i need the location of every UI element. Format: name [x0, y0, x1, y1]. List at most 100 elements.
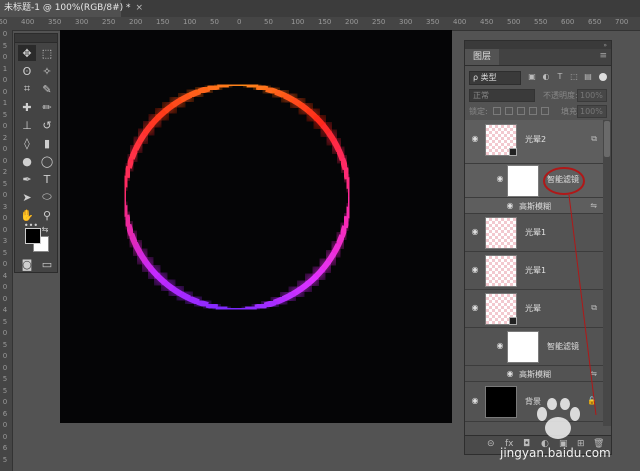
ruler-tick-label: 700 [615, 18, 629, 26]
magic-wand-tool-icon[interactable]: ✧ [38, 63, 56, 79]
path-selection-tool-icon[interactable]: ➤ [18, 189, 36, 205]
eye-icon[interactable]: ◉ [495, 174, 505, 183]
ring-segment [161, 279, 175, 292]
lock-artboard-icon[interactable] [529, 107, 537, 115]
layers-scrollbar[interactable] [603, 120, 611, 426]
lock-position-icon[interactable] [517, 107, 525, 115]
link-layers-icon[interactable]: ⊝ [487, 439, 495, 449]
eye-icon[interactable]: ◉ [495, 341, 505, 350]
opacity-field[interactable]: 100% [577, 89, 607, 102]
close-icon[interactable]: × [136, 3, 144, 13]
ruler-tick-label: 0 [237, 18, 242, 26]
vertical-ruler[interactable]: 0 5 0 1 0 0 1 5 0 2 0 0 2 5 0 3 0 0 3 5 0 4 0 0 4 5 0 5 0 0 5 5 0 6 0 0 6 5 [0, 30, 13, 471]
eye-icon[interactable]: ◉ [470, 303, 480, 312]
clone-stamp-tool-icon[interactable]: ⊥ [18, 117, 36, 133]
dodge-tool-icon[interactable]: ◯ [38, 153, 56, 169]
history-brush-tool-icon[interactable]: ↺ [38, 117, 56, 133]
layer-thumbnail [485, 293, 517, 325]
eye-icon[interactable]: ◉ [470, 396, 480, 405]
marquee-tool-icon[interactable]: ⬚ [38, 45, 56, 61]
filter-effect-row[interactable]: ◉ 高斯模糊 ⇋ [465, 198, 603, 214]
document-tab[interactable]: 未标题-1 @ 100%(RGB/8#) * × [0, 0, 143, 17]
ruler-tick-label: 100 [183, 18, 197, 26]
collapse-icon[interactable]: » [603, 42, 607, 49]
brush-tool-icon[interactable]: ✏ [38, 99, 56, 115]
pixel-filter-icon[interactable]: ▣ [527, 72, 537, 82]
ring-segment [207, 83, 220, 92]
filter-effect-row[interactable]: ◉ 高斯模糊 ⇋ [465, 366, 603, 382]
ring-segment [325, 251, 337, 265]
gaussian-blur-label[interactable]: 高斯模糊 [519, 201, 551, 212]
tab-layers[interactable]: 图层 [465, 49, 499, 65]
ring-segment [125, 156, 136, 169]
gaussian-blur-label[interactable]: 高斯模糊 [519, 369, 551, 380]
layer-row[interactable]: ◉ 光晕1 [465, 252, 603, 290]
ring-segment [123, 165, 133, 179]
document-tab-bar: 未标题-1 @ 100%(RGB/8#) * × [0, 0, 640, 18]
blend-mode-select[interactable]: 正常 [469, 89, 535, 102]
layer-name[interactable]: 光晕1 [525, 265, 546, 276]
move-tool-icon[interactable]: ✥ [18, 45, 36, 61]
ruler-tick-label: 5 [2, 340, 8, 349]
eye-icon[interactable]: ◉ [505, 369, 515, 378]
lock-image-icon[interactable] [505, 107, 513, 115]
layer-row[interactable]: ◉ 光晕1 [465, 214, 603, 252]
fill-field[interactable]: 100% [577, 105, 607, 118]
smart-filter-row[interactable]: ◉ 智能滤镜 [465, 328, 603, 366]
layer-row[interactable]: ◉ 光晕2 ⧉ [465, 120, 603, 164]
layers-panel-tabs: 图层 ≡ [465, 49, 611, 66]
smart-object-filter-icon[interactable]: ▤ [583, 72, 593, 82]
smart-filter-label[interactable]: 智能滤镜 [547, 174, 579, 185]
crop-tool-icon[interactable]: ⌗ [18, 81, 36, 97]
ruler-tick-label: 150 [318, 18, 332, 26]
filter-options-icon[interactable]: ⇋ [590, 369, 597, 378]
ring-segment [331, 139, 342, 153]
eye-icon[interactable]: ◉ [470, 134, 480, 143]
filter-kind-select[interactable]: ρ 类型 [469, 71, 521, 85]
filter-options-icon[interactable]: ⇋ [590, 201, 597, 210]
ruler-tick-label: 1 [2, 64, 8, 73]
shape-filter-icon[interactable]: ⬚ [569, 72, 579, 82]
lock-transparent-icon[interactable] [493, 107, 501, 115]
ellipse-tool-icon[interactable]: ⬭ [38, 189, 56, 205]
ring-segment [196, 298, 209, 309]
ruler-tick-label: 350 [426, 18, 440, 26]
eraser-tool-icon[interactable]: ◊ [18, 135, 36, 151]
ring-segment [154, 273, 167, 286]
ring-segment [265, 85, 278, 96]
ring-segment [314, 115, 327, 129]
ruler-tick-label: 5 [2, 386, 8, 395]
document-canvas[interactable] [60, 30, 452, 423]
ruler-tick-label: 0 [2, 260, 8, 268]
lock-all-icon[interactable] [541, 107, 549, 115]
horizontal-ruler[interactable]: 4504003503002502001501005005010015020025… [0, 17, 640, 31]
ruler-tick-label: 350 [48, 18, 62, 26]
foreground-color-swatch[interactable] [25, 228, 41, 244]
type-tool-icon[interactable]: T [38, 171, 56, 187]
smart-filter-label[interactable]: 智能滤镜 [547, 341, 579, 352]
healing-brush-tool-icon[interactable]: ✚ [18, 99, 36, 115]
blur-tool-icon[interactable]: ● [18, 153, 36, 169]
eye-icon[interactable]: ◉ [505, 201, 515, 210]
toolbox-header[interactable] [15, 34, 57, 43]
screen-mode-icon[interactable]: ▭ [38, 256, 56, 272]
eye-icon[interactable]: ◉ [470, 265, 480, 274]
type-filter-icon[interactable]: T [555, 72, 565, 82]
eyedropper-tool-icon[interactable]: ✎ [38, 81, 56, 97]
layer-name[interactable]: 光晕 [525, 303, 541, 314]
quick-mask-icon[interactable]: ◙ [18, 256, 36, 272]
layer-name[interactable]: 光晕1 [525, 227, 546, 238]
panel-menu-icon[interactable]: ≡ [599, 51, 607, 61]
filter-toggle[interactable] [599, 73, 607, 81]
layer-name[interactable]: 光晕2 [525, 134, 546, 145]
gradient-tool-icon[interactable]: ▮ [38, 135, 56, 151]
layer-row[interactable]: ◉ 光晕 ⧉ [465, 290, 603, 328]
smart-filter-row[interactable]: ◉ 智能滤镜 [465, 164, 603, 198]
ring-segment [128, 147, 139, 160]
eye-icon[interactable]: ◉ [470, 227, 480, 236]
lasso-tool-icon[interactable]: ʘ [18, 63, 36, 79]
adjustment-filter-icon[interactable]: ◐ [541, 72, 551, 82]
layers-scroll-thumb[interactable] [604, 121, 610, 157]
pen-tool-icon[interactable]: ✒ [18, 171, 36, 187]
panel-collapse-bar[interactable]: » [465, 41, 611, 49]
